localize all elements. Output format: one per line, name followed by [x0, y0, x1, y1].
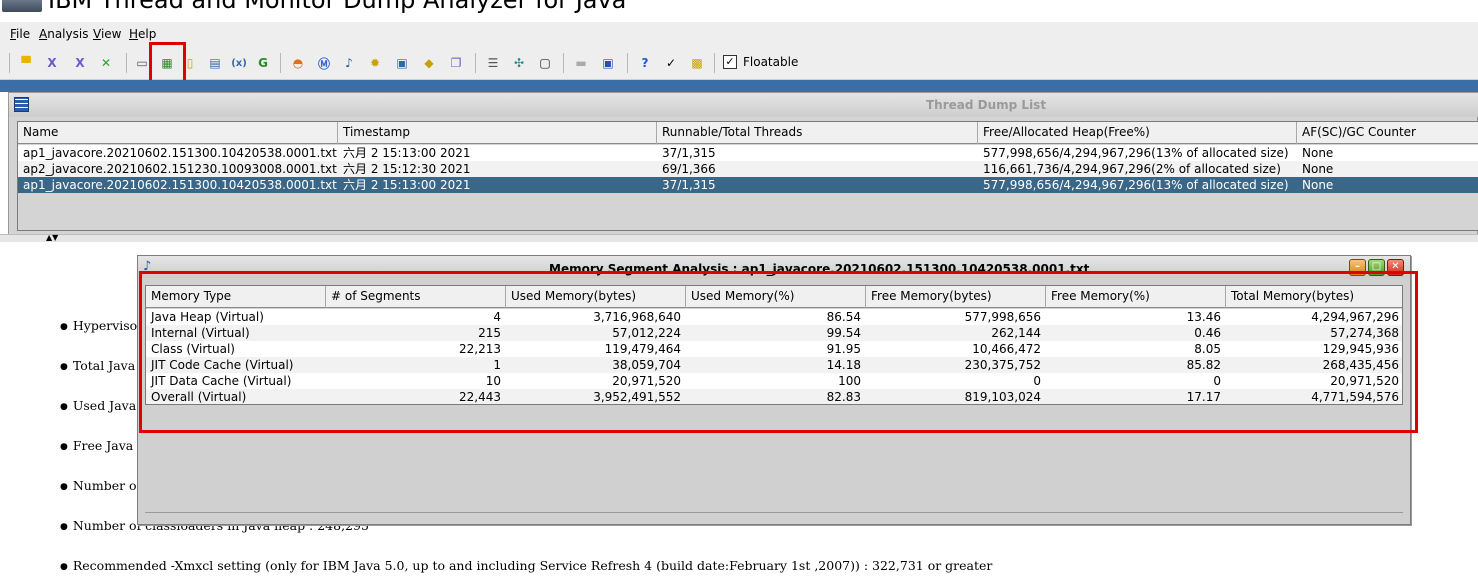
compare-monitors-icon[interactable]: ❐ [448, 55, 464, 71]
gc-icon[interactable]: ◆ [421, 55, 437, 71]
cell-gc-counter: None [1302, 146, 1334, 160]
thread-dump-table: Name Timestamp Runnable/Total Threads Fr… [17, 121, 1478, 231]
cell-name: ap2_javacore.20210602.151230.10093008.00… [23, 162, 337, 176]
thread-dump-list-titlebar[interactable]: Thread Dump List [9, 93, 1478, 117]
cell-heap: 577,998,656/4,294,967,296(13% of allocat… [983, 178, 1289, 192]
cell-runnable: 69/1,366 [662, 162, 716, 176]
monitor-chart-icon[interactable]: ◓ [290, 55, 306, 71]
close-icon[interactable]: X [44, 55, 60, 71]
table-header: Name Timestamp Runnable/Total Threads Fr… [18, 122, 1478, 144]
cell-gc-counter: None [1302, 162, 1334, 176]
clear-icon[interactable]: ✕ [98, 55, 114, 71]
highlight-box-toolbar [149, 42, 186, 85]
method-icon[interactable]: Ⓜ [316, 55, 332, 71]
cell-name: ap1_javacore.20210602.151300.10420538.00… [23, 146, 337, 160]
toolbar-separator [475, 53, 476, 73]
table-row-selected[interactable]: ap1_javacore.20210602.151300.10420538.00… [18, 177, 1478, 193]
highlight-box-table [139, 271, 1418, 433]
menu-bar: File Analysis View Help [0, 22, 1478, 46]
open-folder-icon[interactable]: ▀ [18, 55, 34, 71]
about-icon[interactable]: ▩ [689, 55, 705, 71]
check-icon[interactable]: ✓ [663, 55, 679, 71]
window-title-bar: IBM Thread and Monitor Dump Analyzer for… [0, 0, 1478, 22]
list-icon[interactable]: ☰ [485, 55, 501, 71]
cell-timestamp: 六月 2 15:13:00 2021 [343, 146, 471, 160]
report-bullet: Hypervisor [60, 318, 143, 333]
report-bullet: Recommended -Xmxcl setting (only for IBM… [60, 558, 993, 573]
table-row[interactable]: ap1_javacore.20210602.151300.10420538.00… [18, 145, 1478, 161]
column-header-runnable[interactable]: Runnable/Total Threads [657, 122, 978, 144]
menu-view[interactable]: View [93, 27, 121, 41]
report-bullet: Number of [60, 478, 141, 493]
menu-file[interactable]: File [10, 27, 30, 41]
floatable-checkbox[interactable]: ✓ [723, 55, 737, 69]
column-header-name[interactable]: Name [18, 122, 338, 144]
cell-heap: 577,998,656/4,294,967,296(13% of allocat… [983, 146, 1289, 160]
column-header-timestamp[interactable]: Timestamp [338, 122, 657, 144]
toolbar-separator [627, 53, 628, 73]
toolbar-separator [714, 53, 715, 73]
cell-timestamp: 六月 2 15:13:00 2021 [343, 178, 471, 192]
report-bullet: Total Java [60, 358, 135, 373]
split-arrows-icon[interactable]: ▲▼ [46, 233, 58, 242]
toolbar-separator [126, 53, 127, 73]
window-bottom-border [145, 512, 1403, 518]
gear-icon[interactable]: ✹ [367, 55, 383, 71]
blank-icon[interactable]: ▬ [573, 55, 589, 71]
help-icon[interactable]: ? [637, 55, 653, 71]
cell-timestamp: 六月 2 15:12:30 2021 [343, 162, 471, 176]
menu-help[interactable]: Help [129, 27, 156, 41]
display-icon[interactable]: ▣ [600, 55, 616, 71]
floatable-label: Floatable [743, 55, 799, 69]
thread-dump-list-title: Thread Dump List [926, 98, 1047, 112]
split-pane-divider[interactable] [0, 234, 1478, 242]
refresh-icon[interactable]: G [255, 55, 271, 71]
thread-detail-icon[interactable]: ▣ [394, 55, 410, 71]
cell-name: ap1_javacore.20210602.151300.10420538.00… [23, 178, 337, 192]
desktop-pane [0, 80, 1478, 92]
analyze-icon[interactable]: ♪ [341, 55, 357, 71]
toolbar: ▀ X X ✕ ▭ ▦ ▯ ▤ (x) G ◓ Ⓜ ♪ ✹ ▣ ◆ ❐ ☰ ✣ … [0, 46, 1478, 80]
thread-dump-list-window: Thread Dump List Name Timestamp Runnable… [8, 92, 1478, 242]
close-all-icon[interactable]: X [72, 55, 88, 71]
column-header-gc-counter[interactable]: AF(SC)/GC Counter [1297, 122, 1478, 144]
window-title: IBM Thread and Monitor Dump Analyzer for… [48, 0, 627, 14]
cell-runnable: 37/1,315 [662, 178, 716, 192]
report-bullet: Free Java h [60, 438, 145, 453]
table-row[interactable]: ap2_javacore.20210602.151230.10093008.00… [18, 161, 1478, 177]
variables-icon[interactable]: (x) [231, 55, 247, 71]
cell-heap: 116,661,736/4,294,967,296(2% of allocate… [983, 162, 1281, 176]
thread-dump-icon[interactable]: ▭ [134, 55, 150, 71]
window-icon[interactable]: ▢ [537, 55, 553, 71]
grid-icon [14, 97, 29, 112]
expand-icon[interactable]: ✣ [511, 55, 527, 71]
cell-runnable: 37/1,315 [662, 146, 716, 160]
app-icon [2, 0, 42, 12]
cell-gc-counter: None [1302, 178, 1334, 192]
menu-analysis[interactable]: Analysis [39, 27, 88, 41]
toolbar-separator [563, 53, 564, 73]
toolbar-separator [280, 53, 281, 73]
column-header-heap[interactable]: Free/Allocated Heap(Free%) [978, 122, 1297, 144]
report-bullet: Used Java [60, 398, 136, 413]
toolbar-separator [9, 53, 10, 73]
compare-icon[interactable]: ▤ [207, 55, 223, 71]
